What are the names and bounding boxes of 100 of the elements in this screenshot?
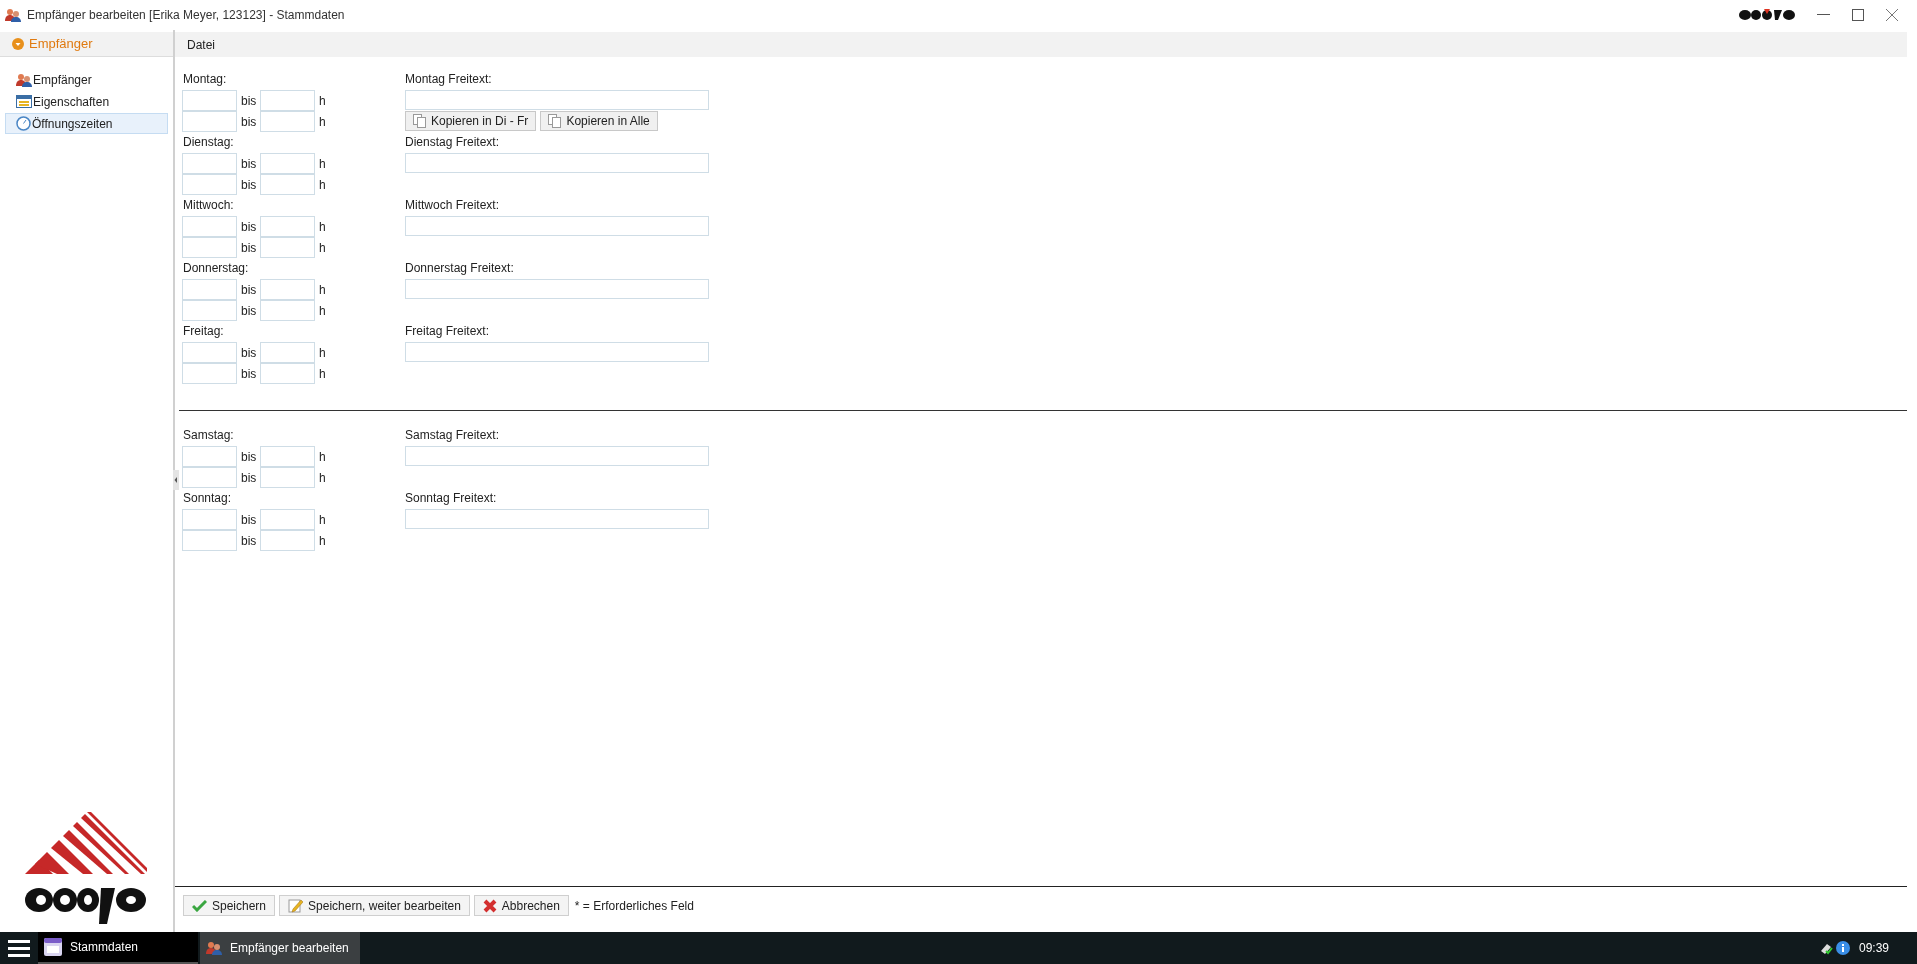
- sidebar-item[interactable]: Öffnungszeiten: [5, 113, 168, 134]
- time-field[interactable]: [182, 509, 237, 530]
- people-icon: [5, 8, 21, 22]
- taskbar-item[interactable]: Stammdaten: [38, 932, 198, 964]
- required-note: * = Erforderliches Feld: [574, 897, 694, 915]
- unit-label: h: [318, 344, 326, 362]
- time-field[interactable]: [182, 279, 237, 300]
- range-separator: bis: [240, 469, 258, 487]
- close-icon[interactable]: [1886, 9, 1898, 21]
- range-separator: bis: [240, 155, 258, 173]
- time-field[interactable]: [182, 90, 237, 111]
- time-field[interactable]: [260, 153, 315, 174]
- notepad-icon: [288, 898, 304, 913]
- copy-button[interactable]: Kopieren in Alle: [540, 111, 658, 131]
- time-field[interactable]: [182, 467, 237, 488]
- freetext-label: Montag Freitext:: [405, 71, 493, 88]
- save-button[interactable]: Speichern: [183, 895, 276, 916]
- freetext-label: Samstag Freitext:: [405, 427, 501, 444]
- unit-label: h: [318, 239, 326, 257]
- time-field[interactable]: [260, 530, 315, 551]
- logo-drawing: [1739, 9, 1795, 21]
- freetext-field[interactable]: [405, 153, 709, 173]
- sidebar-item[interactable]: Eigenschaften: [5, 91, 168, 112]
- time-field[interactable]: [260, 216, 315, 237]
- time-field[interactable]: [260, 342, 315, 363]
- save-button[interactable]: Speichern, weiter bearbeiten: [279, 895, 470, 916]
- time-field[interactable]: [182, 237, 237, 258]
- unit-label: h: [318, 302, 326, 320]
- collapse-handle-icon[interactable]: [173, 470, 179, 490]
- range-separator: bis: [240, 281, 258, 299]
- copy-button[interactable]: Kopieren in Di - Fr: [405, 111, 537, 131]
- maximize-icon[interactable]: [1852, 9, 1864, 21]
- freetext-field[interactable]: [405, 509, 709, 529]
- unit-label: h: [318, 511, 326, 529]
- time-field[interactable]: [260, 237, 315, 258]
- clock-icon: [16, 116, 31, 131]
- cancel-button[interactable]: Abbrechen: [473, 895, 569, 916]
- freetext-label: Freitag Freitext:: [405, 323, 491, 340]
- range-separator: bis: [240, 511, 258, 529]
- network-icon[interactable]: [1818, 941, 1833, 955]
- range-separator: bis: [240, 113, 258, 131]
- freetext-field[interactable]: [405, 90, 709, 110]
- freetext-field[interactable]: [405, 342, 709, 362]
- unit-label: h: [318, 155, 326, 173]
- time-field[interactable]: [182, 216, 237, 237]
- time-field[interactable]: [182, 111, 237, 132]
- day-label: Dienstag:: [182, 134, 235, 151]
- time-field[interactable]: [260, 467, 315, 488]
- time-field[interactable]: [260, 509, 315, 530]
- taskbar-item[interactable]: Empfänger bearbeiten: [200, 932, 360, 964]
- time-field[interactable]: [260, 446, 315, 467]
- time-field[interactable]: [182, 153, 237, 174]
- unit-label: h: [318, 176, 326, 194]
- time-field[interactable]: [182, 446, 237, 467]
- freetext-field[interactable]: [405, 216, 709, 236]
- range-separator: bis: [240, 239, 258, 257]
- time-field[interactable]: [260, 279, 315, 300]
- freetext-label: Sonntag Freitext:: [405, 490, 498, 507]
- freetext-label: Mittwoch Freitext:: [405, 197, 501, 214]
- time-field[interactable]: [260, 111, 315, 132]
- time-field[interactable]: [182, 363, 237, 384]
- freetext-label: Donnerstag Freitext:: [405, 260, 515, 277]
- window-title: Empfänger bearbeiten [Erika Meyer, 123123] - Stammdaten: [27, 7, 345, 24]
- freetext-field[interactable]: [405, 279, 709, 299]
- day-label: Freitag:: [182, 323, 225, 340]
- time-field[interactable]: [260, 363, 315, 384]
- day-label: Sonntag:: [182, 490, 233, 507]
- unit-label: h: [318, 281, 326, 299]
- copy-icon: [548, 114, 562, 128]
- sidebar-item[interactable]: Empfänger: [5, 69, 168, 90]
- range-separator: bis: [240, 448, 258, 466]
- menu-item[interactable]: Datei: [187, 35, 215, 54]
- time-field[interactable]: [260, 300, 315, 321]
- calendar-icon: [44, 938, 62, 956]
- time-field[interactable]: [260, 90, 315, 111]
- time-field[interactable]: [182, 530, 237, 551]
- day-label: Montag:: [182, 71, 228, 88]
- minimize-icon[interactable]: [1817, 14, 1830, 16]
- collapse-icon: [12, 38, 24, 50]
- time-field[interactable]: [182, 342, 237, 363]
- check-icon: [192, 899, 207, 912]
- unit-label: h: [318, 365, 326, 383]
- time-field[interactable]: [260, 174, 315, 195]
- range-separator: bis: [240, 92, 258, 110]
- clock: 09:39: [1858, 940, 1889, 957]
- unit-label: h: [318, 218, 326, 236]
- list-icon: [16, 95, 32, 108]
- range-separator: bis: [240, 365, 258, 383]
- cancel-icon: [482, 898, 497, 913]
- time-field[interactable]: [182, 174, 237, 195]
- unit-label: h: [318, 92, 326, 110]
- range-separator: bis: [240, 302, 258, 320]
- people-icon: [16, 72, 32, 87]
- freetext-field[interactable]: [405, 446, 709, 466]
- info-icon[interactable]: [1835, 941, 1850, 955]
- freetext-label: Dienstag Freitext:: [405, 134, 501, 151]
- day-label: Donnerstag:: [182, 260, 250, 277]
- time-field[interactable]: [182, 300, 237, 321]
- unit-label: h: [318, 113, 326, 131]
- range-separator: bis: [240, 344, 258, 362]
